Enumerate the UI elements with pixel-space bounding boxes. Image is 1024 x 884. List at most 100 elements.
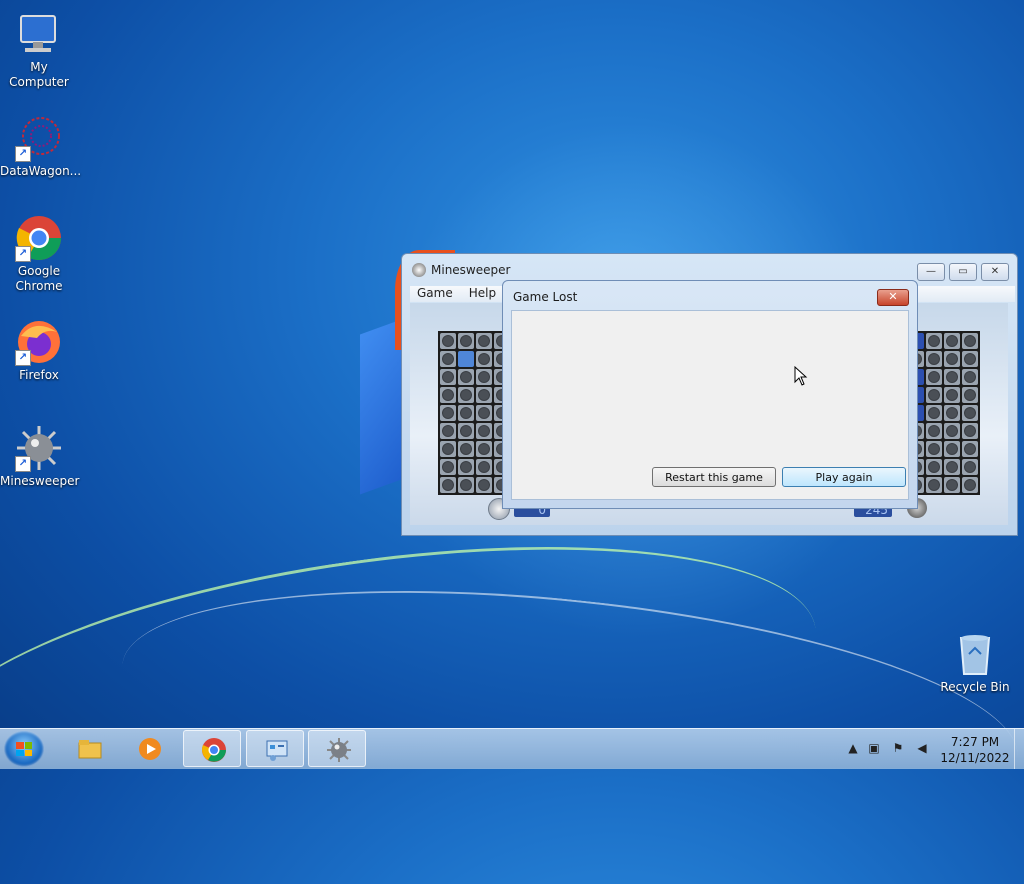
mine-cell[interactable] <box>926 351 942 367</box>
mine-cell[interactable] <box>440 423 456 439</box>
show-hidden-icons[interactable]: ▲ <box>845 741 861 757</box>
network-icon[interactable]: ▣ <box>866 741 882 757</box>
mine-cell[interactable] <box>458 387 474 403</box>
mine-cell[interactable] <box>944 477 960 493</box>
desktop-icon-label: Firefox <box>19 368 59 382</box>
shortcut-arrow-icon: ↗ <box>15 246 31 262</box>
mine-cell[interactable] <box>476 351 492 367</box>
show-desktop-button[interactable] <box>1014 729 1024 769</box>
clock-time: 7:27 PM <box>950 735 1000 749</box>
mine-cell[interactable] <box>962 423 978 439</box>
mine-cell[interactable] <box>458 405 474 421</box>
dialog-body: Restart this game Play again <box>511 310 909 500</box>
menu-game[interactable]: Game <box>417 286 453 302</box>
mine-cell[interactable] <box>476 405 492 421</box>
desktop-icon-firefox[interactable]: ↗ Firefox <box>0 318 78 383</box>
mine-cell[interactable] <box>962 441 978 457</box>
mine-cell[interactable] <box>926 405 942 421</box>
mine-cell[interactable] <box>944 459 960 475</box>
mine-cell[interactable] <box>440 369 456 385</box>
window-controls: — ▭ ✕ <box>917 263 1009 281</box>
taskbar-minesweeper[interactable] <box>308 730 366 767</box>
mine-cell[interactable] <box>944 333 960 349</box>
dialog-title: Game Lost <box>513 290 578 304</box>
dialog-close-button[interactable]: ✕ <box>877 289 909 306</box>
start-button[interactable] <box>4 731 44 767</box>
mine-cell[interactable] <box>476 477 492 493</box>
mine-cell[interactable] <box>962 477 978 493</box>
taskbar-media-player[interactable] <box>120 730 178 767</box>
mine-cell[interactable] <box>926 477 942 493</box>
action-center-flag-icon[interactable]: ⚑ <box>890 741 906 757</box>
mine-cell[interactable] <box>962 459 978 475</box>
mine-cell[interactable] <box>944 441 960 457</box>
mine-cell[interactable] <box>440 405 456 421</box>
mine-cell[interactable] <box>458 441 474 457</box>
mine-cell[interactable] <box>476 459 492 475</box>
minimize-button[interactable]: — <box>917 263 945 281</box>
volume-icon[interactable]: ◀ <box>914 741 930 757</box>
mine-cell[interactable] <box>962 405 978 421</box>
mine-cell[interactable] <box>440 333 456 349</box>
mine-cell[interactable] <box>440 477 456 493</box>
taskbar-file-explorer[interactable] <box>60 730 118 767</box>
mine-cell[interactable] <box>944 351 960 367</box>
mine-cell[interactable] <box>476 387 492 403</box>
restart-game-button[interactable]: Restart this game <box>652 467 776 487</box>
taskbar-control-panel[interactable] <box>246 730 304 767</box>
restore-button[interactable]: ▭ <box>949 263 977 281</box>
taskbar: ▲ ▣ ⚑ ◀ 7:27 PM 12/11/2022 <box>0 728 1024 769</box>
windows-logo-icon <box>16 742 32 756</box>
mine-cell[interactable] <box>926 387 942 403</box>
desktop-icon-label: Minesweeper <box>0 474 80 488</box>
mine-cell[interactable] <box>458 477 474 493</box>
mine-cell[interactable] <box>458 351 474 367</box>
game-lost-dialog[interactable]: Game Lost ✕ Restart this game Play again <box>502 280 918 509</box>
close-button[interactable]: ✕ <box>981 263 1009 281</box>
desktop-icon-label: Recycle Bin <box>940 680 1010 694</box>
recycle-bin-icon <box>951 630 999 678</box>
mine-cell[interactable] <box>944 387 960 403</box>
mine-cell[interactable] <box>440 459 456 475</box>
taskbar-google-chrome[interactable] <box>183 730 241 767</box>
datawagon-icon: ↗ <box>15 114 63 162</box>
mine-cell[interactable] <box>476 333 492 349</box>
play-again-button[interactable]: Play again <box>782 467 906 487</box>
mine-cell[interactable] <box>962 351 978 367</box>
mine-cell[interactable] <box>458 423 474 439</box>
window-title-text: Minesweeper <box>431 263 511 277</box>
mine-cell[interactable] <box>440 387 456 403</box>
mine-icon: ↗ <box>15 424 63 472</box>
desktop-icon-google-chrome[interactable]: ↗ Google Chrome <box>0 214 78 294</box>
clock[interactable]: 7:27 PM 12/11/2022 <box>940 734 1010 766</box>
clock-date: 12/11/2022 <box>940 751 1010 765</box>
mine-cell[interactable] <box>476 369 492 385</box>
desktop-icon-recycle-bin[interactable]: Recycle Bin <box>936 630 1014 695</box>
desktop-icon-label: My Computer <box>9 60 69 89</box>
mine-cell[interactable] <box>440 351 456 367</box>
mine-cell[interactable] <box>926 369 942 385</box>
mine-cell[interactable] <box>476 441 492 457</box>
mine-cell[interactable] <box>476 423 492 439</box>
menu-help[interactable]: Help <box>469 286 496 302</box>
media-player-icon <box>139 738 161 760</box>
mine-cell[interactable] <box>944 423 960 439</box>
mine-cell[interactable] <box>926 423 942 439</box>
desktop-icon-my-computer[interactable]: My Computer <box>0 10 78 90</box>
control-panel-icon <box>266 740 288 761</box>
mine-cell[interactable] <box>962 369 978 385</box>
mine-cell[interactable] <box>944 405 960 421</box>
mine-cell[interactable] <box>962 387 978 403</box>
mine-cell[interactable] <box>926 441 942 457</box>
mine-cell[interactable] <box>440 441 456 457</box>
mine-cell[interactable] <box>458 459 474 475</box>
desktop-icon-minesweeper[interactable]: ↗ Minesweeper <box>0 424 80 489</box>
mine-cell[interactable] <box>458 333 474 349</box>
mine-cell[interactable] <box>962 333 978 349</box>
mine-cell[interactable] <box>944 369 960 385</box>
mine-cell[interactable] <box>458 369 474 385</box>
desktop-icon-datawagon[interactable]: ↗ DataWagon... <box>0 114 81 179</box>
shortcut-arrow-icon: ↗ <box>15 350 31 366</box>
mine-cell[interactable] <box>926 459 942 475</box>
mine-cell[interactable] <box>926 333 942 349</box>
